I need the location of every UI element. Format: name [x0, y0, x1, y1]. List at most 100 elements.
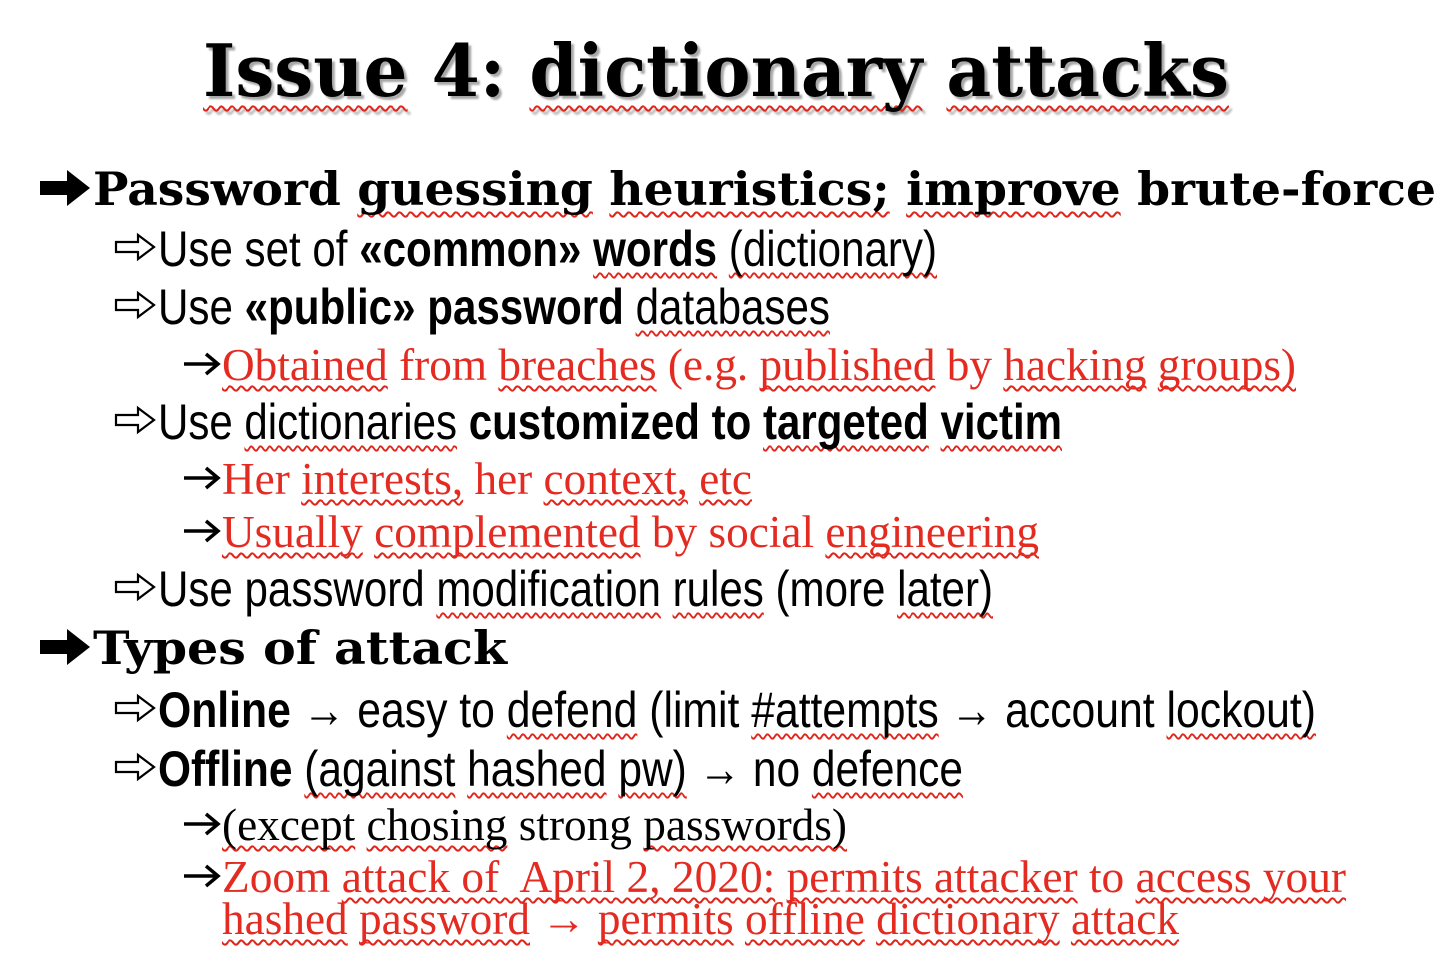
- subbullet-common-words: Use set of «common» words (dictionary): [158, 224, 937, 274]
- text-run: from: [387, 340, 499, 390]
- text-run: targeted: [762, 394, 929, 450]
- text-run: #attempts: [751, 682, 939, 738]
- text-run: hashed: [467, 741, 607, 797]
- subbullet-social-engineering: Usually complemented by social engineeri…: [222, 510, 1039, 555]
- outline-arrow-icon: [114, 693, 156, 723]
- text-run: [355, 800, 366, 850]
- text-run: databases: [635, 279, 830, 335]
- text-run: breaches: [498, 340, 657, 390]
- text-run: later): [897, 561, 993, 617]
- text-run: [661, 561, 673, 617]
- arrow-icon: [183, 518, 221, 544]
- text-run: heuristics;: [609, 162, 890, 216]
- text-run: customized to: [468, 394, 763, 450]
- text-run: [363, 507, 374, 557]
- heavy-arrow-icon: [40, 629, 90, 665]
- subbullet-her-interests: Her interests, her context, etc: [222, 457, 752, 502]
- text-run: defence: [811, 741, 963, 797]
- text-run: [581, 221, 593, 277]
- arrow-icon: [183, 863, 221, 889]
- text-run: pw): [618, 741, 687, 797]
- text-run: (dictionary): [728, 221, 937, 277]
- outline-arrow-icon: [114, 290, 156, 320]
- subbullet-customized-dictionaries: Use dictionaries customized to targeted …: [158, 397, 1062, 447]
- text-run: brute-force: [1120, 162, 1436, 216]
- text-run: rules: [672, 561, 764, 617]
- text-run: modification: [436, 561, 661, 617]
- text-run: [717, 221, 729, 277]
- subbullet-online: Online → easy to defend (limit #attempts…: [158, 685, 1316, 735]
- text-run: [890, 162, 906, 216]
- text-run: [922, 28, 946, 113]
- text-run: [624, 279, 636, 335]
- slide: Issue 4: dictionary attacks Password gue…: [0, 0, 1448, 976]
- bullet-types-of-attack: Types of attack: [93, 625, 507, 671]
- text-run: [593, 162, 609, 216]
- subbullet-zoom-attack-line-2: hashed password → permits offline dictio…: [222, 897, 1179, 942]
- outline-arrow-icon: [114, 752, 156, 782]
- text-run: strong: [507, 800, 644, 850]
- text-run: hacking: [1003, 340, 1147, 390]
- text-run: [929, 394, 941, 450]
- subbullet-obtained-from-breaches: Obtained from breaches (e.g. published b…: [222, 343, 1296, 388]
- text-run: dictionary: [876, 894, 1060, 944]
- text-run: chosing: [366, 800, 508, 850]
- bullet-password-guessing: Password guessing heuristics; improve br…: [93, 166, 1436, 212]
- text-run: improve: [906, 162, 1121, 216]
- text-run: groups): [1157, 340, 1296, 390]
- slide-title: Issue 4: dictionary attacks: [203, 35, 1229, 107]
- text-run: [1060, 894, 1071, 944]
- arrow-icon: [183, 351, 221, 377]
- text-run: dictionary: [529, 28, 923, 113]
- text-run: attack: [1070, 894, 1179, 944]
- text-run: [607, 741, 619, 797]
- heavy-arrow-icon: [40, 170, 90, 206]
- text-run: her: [463, 454, 544, 504]
- text-run: context,: [543, 454, 688, 504]
- text-run: [292, 741, 304, 797]
- text-run: (more: [763, 561, 898, 617]
- text-run: victim: [940, 394, 1062, 450]
- text-run: 4:: [407, 28, 530, 113]
- text-run: by: [935, 340, 1004, 390]
- text-run: interests,: [301, 454, 464, 504]
- text-run: [688, 454, 699, 504]
- text-run: Her: [222, 454, 302, 504]
- text-run: → no: [686, 741, 812, 797]
- text-run: offline: [744, 894, 865, 944]
- text-run: permits: [597, 894, 734, 944]
- text-run: (e.g.: [656, 340, 760, 390]
- text-run: → account: [938, 682, 1167, 738]
- text-run: hashed: [222, 894, 348, 944]
- text-run: (except: [222, 800, 356, 850]
- text-run: [865, 894, 876, 944]
- text-run: [1146, 340, 1157, 390]
- text-run: «public» password: [244, 279, 624, 335]
- outline-arrow-icon: [114, 405, 156, 435]
- text-run: etc: [699, 454, 752, 504]
- text-run: «common»: [359, 221, 582, 277]
- text-run: [457, 394, 469, 450]
- text-run: Obtained: [222, 340, 388, 390]
- text-run: Usually: [222, 507, 363, 557]
- text-run: [455, 741, 467, 797]
- text-run: Password: [93, 162, 358, 216]
- outline-arrow-icon: [114, 572, 156, 602]
- arrow-icon: [183, 465, 221, 491]
- text-run: Use: [158, 394, 245, 450]
- subbullet-offline: Offline (against hashed pw) → no defence: [158, 744, 963, 794]
- text-run: dictionaries: [244, 394, 458, 450]
- text-run: Issue: [203, 28, 408, 113]
- text-run: Types of attack: [93, 621, 507, 675]
- text-run: defend: [506, 682, 638, 738]
- outline-arrow-icon: [114, 232, 156, 262]
- arrow-icon: [183, 811, 221, 837]
- text-run: passwords): [643, 800, 847, 850]
- text-run: [734, 894, 745, 944]
- text-run: by social: [640, 507, 826, 557]
- subbullet-except-strong-passwords: (except chosing strong passwords): [222, 803, 847, 848]
- text-run: →: [529, 894, 598, 944]
- text-run: engineering: [825, 507, 1039, 557]
- text-run: complemented: [374, 507, 641, 557]
- text-run: words: [593, 221, 718, 277]
